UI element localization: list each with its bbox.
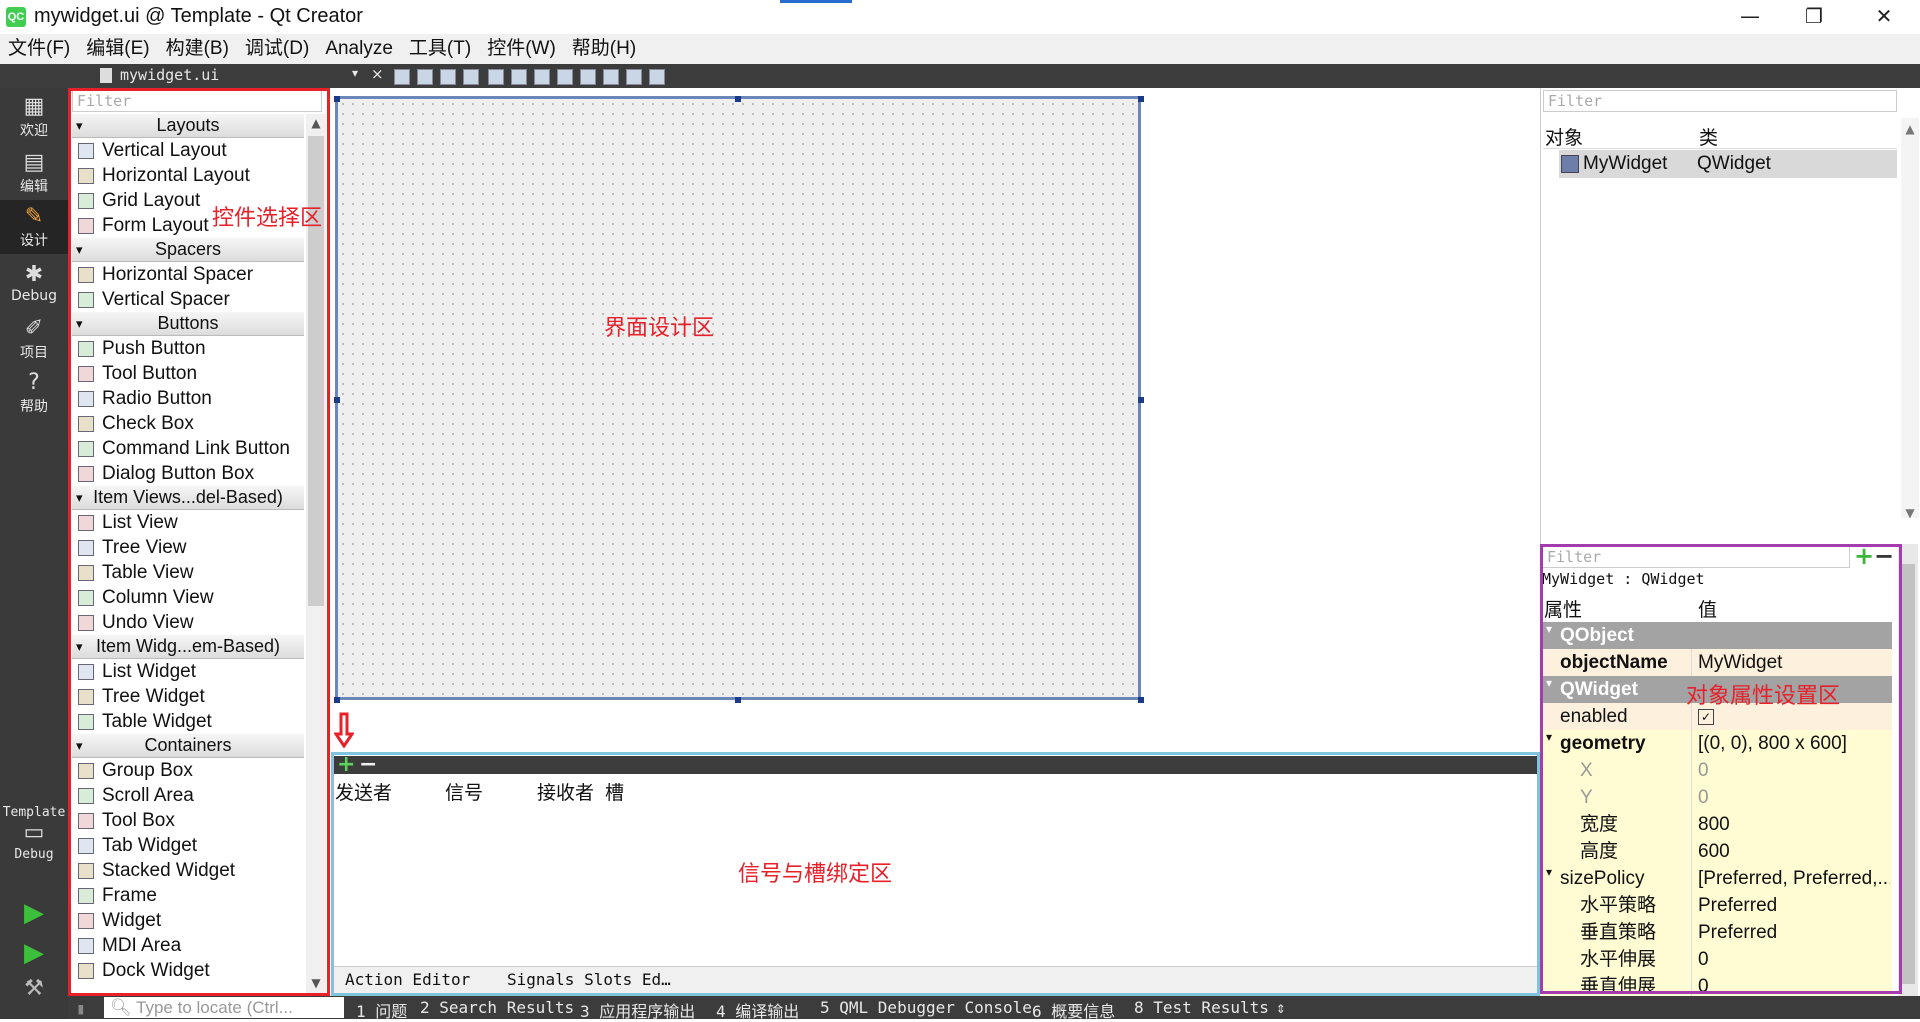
object-inspector: Filter 对象 类 MyWidget QWidget ▲ ▼ <box>1540 88 1920 544</box>
resize-handle[interactable] <box>735 96 741 102</box>
column-class[interactable]: 类 <box>1699 123 1718 150</box>
annotation-design-area: 界面设计区 <box>604 316 715 341</box>
build-hammer-icon[interactable]: ⚒ <box>0 976 68 1004</box>
title-focus-mark <box>780 0 852 3</box>
ui-file-icon <box>100 68 112 83</box>
status-bar: ▮ 🔍︎ Type to locate (Ctrl... 1 问题 2 Sear… <box>68 996 1920 1022</box>
wrench-icon: ✐ <box>24 316 44 341</box>
resize-handle[interactable] <box>334 697 340 703</box>
minimize-button[interactable]: — <box>1718 0 1782 34</box>
toggle-sidebar-icon[interactable]: ▮ <box>76 999 86 1018</box>
resize-handle[interactable] <box>334 397 340 403</box>
help-icon: ? <box>28 370 40 395</box>
grid-icon: ▦ <box>23 94 45 119</box>
layout-horizontal-icon[interactable] <box>488 69 504 85</box>
pane-general-messages[interactable]: 6 概要信息 <box>1032 998 1115 1022</box>
edit-widgets-icon[interactable] <box>394 69 410 85</box>
close-file-icon[interactable]: × <box>371 65 384 83</box>
kit-config-label: Debug <box>14 847 54 862</box>
close-button[interactable]: ✕ <box>1852 0 1916 34</box>
kit-selector[interactable]: Template ▭ Debug <box>0 804 68 888</box>
layout-form-icon[interactable] <box>580 69 596 85</box>
object-row-mywidget[interactable]: MyWidget QWidget <box>1559 150 1897 178</box>
menu-file[interactable]: 文件(F) <box>0 34 78 64</box>
bug-icon: ✱ <box>24 262 44 287</box>
edit-buddies-icon[interactable] <box>440 69 456 85</box>
layout-vertical-icon[interactable] <box>511 69 527 85</box>
resize-handle[interactable] <box>1138 697 1144 703</box>
mode-help[interactable]: ? 帮助 <box>0 370 68 418</box>
mode-welcome[interactable]: ▦ 欢迎 <box>0 94 68 142</box>
mode-projects[interactable]: ✐ 项目 <box>0 316 68 364</box>
annotation-property-area: 对象属性设置区 <box>1686 684 1841 709</box>
layout-splitter-v-icon[interactable] <box>557 69 573 85</box>
annotation-arrow-down <box>334 712 354 748</box>
layout-grid-icon[interactable] <box>603 69 619 85</box>
resize-handle[interactable] <box>1138 96 1144 102</box>
edit-signals-slots-icon[interactable] <box>417 69 433 85</box>
qt-creator-app-icon: QC <box>6 7 26 27</box>
menu-analyze[interactable]: Analyze <box>317 34 401 64</box>
mode-debug[interactable]: ✱ Debug <box>0 262 68 310</box>
menu-bar: 文件(F) 编辑(E) 构建(B) 调试(D) Analyze 工具(T) 控件(W) 帮助(… <box>0 34 1920 64</box>
window-title: mywidget.ui @ Template - Qt Creator <box>34 5 363 27</box>
more-panes-icon[interactable]: ⇕ <box>1276 998 1286 1017</box>
open-file-tab[interactable]: mywidget.ui <box>120 66 219 84</box>
search-icon: 🔍︎ <box>110 998 132 1017</box>
pane-issues[interactable]: 1 问题 <box>356 998 407 1022</box>
pane-search-results[interactable]: 2 Search Results <box>420 998 574 1017</box>
title-bar: QC mywidget.ui @ Template - Qt Creator —… <box>0 0 1920 34</box>
form-mywidget[interactable] <box>335 96 1141 700</box>
menu-help[interactable]: 帮助(H) <box>564 34 644 64</box>
annotation-box-signals <box>331 752 1540 996</box>
pane-compile-output[interactable]: 4 编译输出 <box>716 998 799 1022</box>
resize-handle[interactable] <box>1138 397 1144 403</box>
pencil-icon: ✎ <box>24 204 44 229</box>
annotation-box-properties <box>1540 544 1902 994</box>
object-inspector-scrollbar[interactable]: ▲ ▼ <box>1901 118 1919 520</box>
kit-project-label: Template <box>2 805 66 820</box>
pane-test-results[interactable]: 8 Test Results <box>1134 998 1269 1017</box>
break-layout-icon[interactable] <box>626 69 642 85</box>
layout-splitter-h-icon[interactable] <box>534 69 550 85</box>
object-inspector-header: 对象 类 <box>1543 120 1897 149</box>
debug-run-icon[interactable]: ▶ <box>0 938 68 968</box>
mode-sidebar: ▦ 欢迎 ▤ 编辑 ✎ 设计 ✱ Debug ✐ 项目 ? 帮助 Template ▭ De… <box>0 88 68 1019</box>
menu-build[interactable]: 构建(B) <box>158 34 237 64</box>
pane-qml-debugger[interactable]: 5 QML Debugger Console <box>820 998 1032 1017</box>
scroll-thumb[interactable] <box>1901 564 1915 984</box>
resize-handle[interactable] <box>334 96 340 102</box>
editor-toolbar: mywidget.ui ▾ × <box>0 64 1920 88</box>
object-class: QWidget <box>1697 153 1771 174</box>
edit-tab-order-icon[interactable] <box>463 69 479 85</box>
adjust-size-icon[interactable] <box>649 69 665 85</box>
object-name: MyWidget <box>1583 153 1668 174</box>
resize-handle[interactable] <box>735 697 741 703</box>
menu-tools[interactable]: 工具(T) <box>401 34 479 64</box>
file-dropdown-icon[interactable]: ▾ <box>352 66 358 80</box>
restore-button[interactable]: ❐ <box>1782 0 1846 34</box>
monitor-icon: ▭ <box>23 820 45 845</box>
pane-app-output[interactable]: 3 应用程序输出 <box>580 998 695 1022</box>
widget-object-icon <box>1561 155 1579 173</box>
mode-edit[interactable]: ▤ 编辑 <box>0 150 68 198</box>
document-icon: ▤ <box>23 150 45 175</box>
annotation-widget-area: 控件选择区 <box>212 206 323 231</box>
run-icon[interactable]: ▶ <box>0 898 68 928</box>
menu-debug[interactable]: 调试(D) <box>237 34 317 64</box>
menu-edit[interactable]: 编辑(E) <box>78 34 157 64</box>
menu-controls[interactable]: 控件(W) <box>479 34 564 64</box>
locate-input[interactable]: 🔍︎ Type to locate (Ctrl... <box>104 997 344 1018</box>
object-filter-input[interactable]: Filter <box>1543 90 1897 112</box>
column-object[interactable]: 对象 <box>1545 123 1583 150</box>
mode-design[interactable]: ✎ 设计 <box>0 200 68 254</box>
